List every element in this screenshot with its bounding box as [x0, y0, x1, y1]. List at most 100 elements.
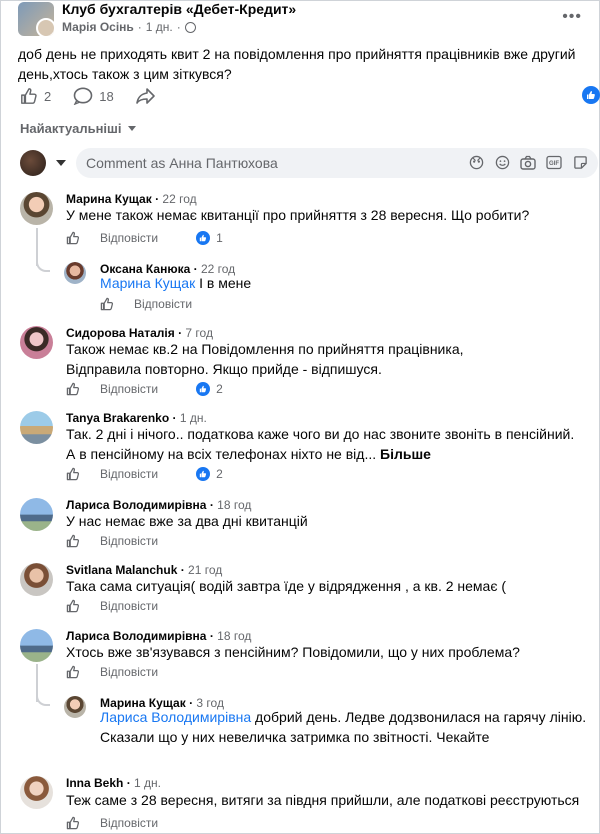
thumbs-up-icon[interactable]: [66, 467, 80, 481]
comment-icon: [73, 87, 93, 105]
comment: Сидорова Наталія · 7 год Також немає кв.…: [20, 326, 590, 401]
comment-actions: Відповісти: [66, 534, 158, 548]
reply-button[interactable]: Відповісти: [100, 382, 158, 396]
comment: Лариса Володимирівна · 18 год Хтось вже …: [20, 629, 590, 684]
group-avatar[interactable]: [18, 2, 54, 36]
like-reaction-icon[interactable]: [582, 86, 600, 104]
mention-link[interactable]: Лариса Володимирівна: [100, 709, 251, 725]
camera-icon[interactable]: [520, 154, 536, 170]
thumbs-up-icon[interactable]: [66, 816, 80, 830]
post-author[interactable]: Марія Осінь: [62, 20, 134, 34]
chevron-down-icon[interactable]: [56, 160, 66, 166]
comment-input[interactable]: [86, 155, 446, 171]
comment-author[interactable]: Inna Bekh · 1 дн.: [66, 776, 161, 790]
comment-author[interactable]: Марина Кущак · 22 год: [66, 192, 197, 206]
comment: Tanya Brakarenko · 1 дн. Так. 2 дні і ні…: [20, 411, 590, 486]
comment: Inna Bekh · 1 дн. Теж саме з 28 вересня,…: [20, 776, 590, 831]
reaction-summary[interactable]: 1: [196, 231, 223, 245]
reaction-count: 2: [216, 467, 223, 481]
share-icon: [135, 88, 155, 104]
author-avatar[interactable]: [36, 18, 54, 36]
thumbs-up-icon[interactable]: [66, 231, 80, 245]
avatar[interactable]: [20, 563, 53, 596]
comment: Svitlana Malanchuk · 21 год Така сама си…: [20, 563, 590, 618]
comment-author[interactable]: Svitlana Malanchuk · 21 год: [66, 563, 222, 577]
composer-tools: GIF: [468, 154, 588, 170]
comment-author[interactable]: Лариса Володимирівна · 18 год: [66, 498, 251, 512]
comment-text: Лариса Володимирівна добрий день. Ледве …: [100, 709, 587, 745]
mention-link[interactable]: Марина Кущак: [100, 275, 195, 291]
sort-dropdown[interactable]: Найактуальніші: [20, 121, 136, 136]
post-meta: Марія Осінь · 1 дн. ·: [62, 20, 196, 34]
comment-actions: Відповісти 1: [66, 231, 223, 245]
comment-count: 18: [99, 88, 114, 104]
post-actions: 2 18: [20, 84, 178, 108]
reply-comment: Оксана Канюка · 22 год Марина Кущак І в …: [64, 262, 584, 312]
comment: Лариса Володимирівна · 18 год У нас нема…: [20, 498, 590, 553]
gif-icon[interactable]: GIF: [546, 154, 562, 170]
sticker-icon[interactable]: [572, 154, 588, 170]
reply-button[interactable]: Відповісти: [100, 665, 158, 679]
avatar[interactable]: [64, 696, 86, 718]
comment-text: У нас немає вже за два дні квитанцій: [66, 513, 308, 529]
avatar[interactable]: [20, 411, 53, 444]
thumbs-up-icon[interactable]: [66, 534, 80, 548]
like-reaction-icon: [196, 231, 211, 245]
reaction-summary[interactable]: 2: [196, 382, 223, 396]
share-action[interactable]: [135, 87, 156, 105]
comment-author[interactable]: Лариса Володимирівна · 18 год: [66, 629, 251, 643]
thumbs-up-icon[interactable]: [66, 599, 80, 613]
comment-text: Так. 2 дні і нічого.. податкова каже чог…: [66, 426, 575, 462]
reply-button[interactable]: Відповісти: [100, 231, 158, 245]
comment-text: Марина Кущак І в мене: [100, 275, 252, 291]
thumbs-up-icon[interactable]: [100, 297, 114, 311]
like-reaction-icon: [196, 467, 211, 481]
post-time[interactable]: 1 дн.: [146, 20, 173, 34]
comment-text: У мене також немає квитанції про прийнят…: [66, 207, 530, 223]
current-user-avatar[interactable]: [20, 150, 46, 176]
like-reaction-icon: [196, 382, 211, 396]
avatar[interactable]: [20, 192, 53, 225]
reply-button[interactable]: Відповісти: [100, 816, 158, 830]
comment-author[interactable]: Tanya Brakarenko · 1 дн.: [66, 411, 207, 425]
like-action[interactable]: 2: [20, 87, 51, 105]
avatar[interactable]: [20, 776, 53, 809]
avatar-sticker-icon[interactable]: [468, 154, 484, 170]
sort-label: Найактуальніші: [20, 121, 122, 136]
comment-text: Також немає кв.2 на Повідомлення по прий…: [66, 341, 464, 377]
reaction-summary[interactable]: 2: [196, 467, 223, 481]
globe-icon: [184, 21, 196, 33]
reaction-count: 2: [216, 382, 223, 396]
comment-box[interactable]: GIF: [76, 148, 598, 178]
comment-action[interactable]: 18: [73, 87, 114, 105]
reply-button[interactable]: Відповісти: [100, 467, 158, 481]
comment-actions: Відповісти 2: [66, 382, 223, 396]
comment-text: Теж саме з 28 вересня, витяги за півдня …: [66, 792, 580, 808]
avatar[interactable]: [20, 498, 53, 531]
avatar[interactable]: [20, 326, 53, 359]
comment-composer: GIF: [20, 148, 598, 178]
comment-actions: Відповісти: [66, 599, 158, 613]
reply-button[interactable]: Відповісти: [100, 599, 158, 613]
comment-actions: Відповісти: [100, 297, 192, 311]
reply-button[interactable]: Відповісти: [100, 534, 158, 548]
post-text: доб день не приходять квит 2 на повідомл…: [18, 46, 576, 82]
emoji-icon[interactable]: [494, 154, 510, 170]
thumbs-up-icon[interactable]: [66, 665, 80, 679]
meta-dot: ·: [176, 20, 181, 34]
post-header: Клуб бухгалтерів «Дебет-Кредит» Марія Ос…: [18, 0, 588, 40]
thumbs-up-icon: [21, 88, 37, 104]
see-more-link[interactable]: Більше: [380, 446, 431, 462]
thumbs-up-icon[interactable]: [66, 382, 80, 396]
chevron-down-icon: [127, 126, 136, 131]
more-options-icon[interactable]: •••: [562, 8, 582, 26]
reply-button[interactable]: Відповісти: [134, 297, 192, 311]
svg-text:GIF: GIF: [549, 161, 559, 167]
comment-actions: Відповісти: [66, 816, 158, 830]
meta-dot: ·: [137, 20, 142, 34]
comment-author[interactable]: Сидорова Наталія · 7 год: [66, 326, 213, 340]
avatar[interactable]: [64, 262, 86, 284]
group-name[interactable]: Клуб бухгалтерів «Дебет-Кредит»: [62, 1, 296, 17]
reply-comment: Марина Кущак · 3 год Лариса Володимирівн…: [64, 696, 594, 766]
avatar[interactable]: [20, 629, 53, 662]
